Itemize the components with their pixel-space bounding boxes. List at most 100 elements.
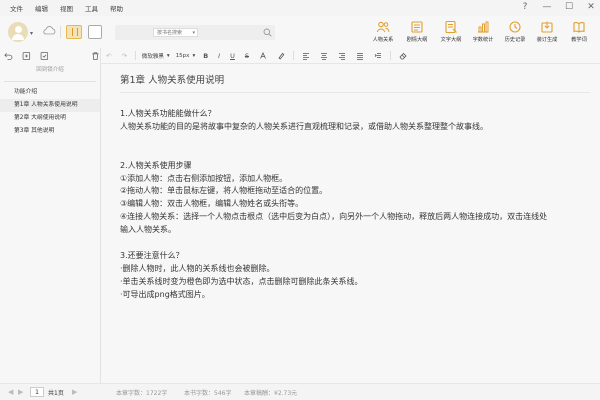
font-size-select[interactable]: 15px ▾ (173, 53, 199, 59)
align-right-icon[interactable] (338, 52, 346, 60)
page-total: 共1页 (48, 390, 64, 397)
undo-icon[interactable]: ↶ (106, 52, 111, 60)
tutorial-label: 教学词 (571, 37, 587, 43)
justify-icon[interactable] (356, 52, 364, 60)
bold-button[interactable]: B (203, 52, 208, 60)
menu-bar: 文件 编辑 视图 工具 帮助 ? — ☐ ✕ (0, 0, 600, 16)
font-size-value: 15px (175, 52, 190, 59)
format-divider (134, 51, 136, 60)
character-relations-button[interactable]: 人物关系 (368, 20, 398, 43)
menu-file[interactable]: 文件 (10, 3, 23, 13)
indent-icon[interactable] (374, 52, 382, 60)
split-layout-button[interactable] (66, 25, 82, 39)
caret-down-icon[interactable]: ▾ (30, 30, 33, 37)
outline-icon (411, 21, 423, 33)
chevron-left-icon[interactable]: ◀ (8, 388, 13, 396)
story-outline-button[interactable]: 剧情大纲 (402, 20, 432, 43)
avatar-head (14, 26, 22, 33)
export-icon (541, 21, 553, 33)
tutorial-button[interactable]: 教学词 (564, 20, 594, 43)
paragraph: ④连接人物关系：选择一个人物点击根点（选中后变为白点），向另外一个人物拖动，释放… (120, 212, 548, 222)
paragraph: 人物关系功能的目的是将故事中复杂的人物关系进行直观梳理和记录，或借助人物关系整理… (120, 121, 488, 131)
menu-tools[interactable]: 工具 (85, 3, 98, 13)
align-center-icon[interactable] (320, 52, 328, 60)
chart-icon (478, 21, 489, 33)
menu-view[interactable]: 视图 (60, 3, 73, 13)
history-button[interactable]: 历史记录 (500, 20, 530, 43)
paragraph: 2.人物关系使用步骤 (120, 160, 192, 170)
search-icon[interactable] (263, 28, 272, 37)
font-family-select[interactable]: 微软雅黑 ▾ (139, 52, 173, 60)
paragraph: ·可导出成png格式图片。 (120, 289, 210, 299)
export-button[interactable]: 装订生成 (532, 20, 562, 43)
word-count-label: 字数统计 (472, 37, 494, 43)
underline-button[interactable]: U (230, 52, 235, 60)
sidebar-item-chapter-3[interactable]: 第3章 其他说明 (0, 125, 100, 138)
paragraph: ·单击关系线时变为橙色即为选中状态，点击删除可删除此条关系线。 (120, 276, 363, 286)
text-outline-button[interactable]: 文字大纲 (436, 20, 466, 43)
page-number-input[interactable]: 1 (30, 387, 44, 397)
paragraph: 输入人物关系。 (120, 225, 176, 235)
maximize-icon[interactable]: ☐ (564, 2, 574, 12)
italic-button[interactable]: I (218, 52, 220, 60)
cloud-icon[interactable] (42, 26, 56, 35)
format-divider (390, 51, 391, 60)
chevron-down-icon: ▾ (166, 52, 170, 59)
chapter-body[interactable]: 1.人物关系功能能做什么？ 人物关系功能的目的是将故事中复杂的人物关系进行直观梳… (120, 108, 590, 302)
search-scope-select[interactable]: 按书名搜索 ▾ (153, 28, 198, 37)
menu-edit[interactable]: 编辑 (35, 3, 48, 13)
format-toolbar: ↶ ↷ 微软雅黑 ▾ 15px ▾ B I U S (101, 48, 600, 64)
word-count-button[interactable]: 字数统计 (468, 20, 498, 43)
single-layout-button[interactable] (88, 25, 102, 39)
story-outline-label: 剧情大纲 (406, 37, 428, 43)
history-icon (509, 21, 521, 33)
sidebar-item-intro[interactable]: 功能介绍 (0, 86, 100, 99)
main-toolbar: ▾ 按书名搜索 ▾ 人物关系 剧情大纲 文字大纲 字数统计 历史记录 装订生成 … (0, 16, 600, 48)
text-outline-label: 文字大纲 (440, 37, 462, 43)
export-label: 装订生成 (536, 37, 558, 43)
chevron-right-icon[interactable]: ▶ (72, 388, 77, 396)
chapter-title[interactable]: 第1章 人物关系使用说明 (120, 72, 224, 86)
chapter-royalty: 本章稿酬：¥2.73元 (244, 390, 298, 397)
book-word-count: 本书字数：546字 (184, 390, 232, 397)
chevron-right-icon[interactable]: ▶ (18, 388, 23, 396)
add-chapter-icon[interactable] (22, 51, 31, 61)
font-color-icon[interactable] (259, 51, 267, 60)
trash-icon[interactable] (91, 51, 100, 61)
paragraph: ①添加人物：点击右侧添加按钮，添加人物框。 (120, 173, 288, 183)
sidebar-item-chapter-1[interactable]: 第1章 人物关系使用说明 (0, 99, 100, 112)
back-icon[interactable] (4, 51, 13, 61)
align-left-icon[interactable] (302, 52, 310, 60)
title-divider (120, 92, 590, 93)
document-editor[interactable]: 第1章 人物关系使用说明 1.人物关系功能能做什么？ 人物关系功能的目的是将故事… (101, 64, 600, 383)
search-input[interactable]: 按书名搜索 ▾ (115, 25, 275, 40)
chevron-down-icon: ▾ (192, 52, 196, 59)
menu-help[interactable]: 帮助 (110, 3, 123, 13)
highlight-icon[interactable] (277, 52, 285, 60)
redo-icon[interactable]: ↷ (121, 52, 126, 60)
chevron-down-icon: ▾ (192, 30, 195, 36)
paragraph: ③编辑人物：双击人物框，编辑人物姓名或头衔等。 (120, 199, 304, 209)
text-outline-icon (445, 20, 457, 34)
eraser-icon[interactable] (399, 52, 407, 60)
minimize-icon[interactable]: — (542, 2, 552, 12)
book-icon (573, 22, 585, 33)
avatar-body (12, 34, 24, 40)
avatar[interactable] (8, 22, 28, 42)
paragraph: 1.人物关系功能能做什么？ (120, 109, 216, 118)
sidebar-item-chapter-2[interactable]: 第2章 大纲使用说明 (0, 112, 100, 125)
character-relations-label: 人物关系 (372, 37, 394, 43)
strikethrough-button[interactable]: S (245, 52, 249, 60)
window-controls: ? — ☐ ✕ (520, 2, 596, 12)
sidebar-divider (4, 81, 96, 82)
close-icon[interactable]: ✕ (586, 2, 596, 12)
help-icon[interactable]: ? (520, 2, 530, 12)
history-label: 历史记录 (504, 37, 526, 43)
status-bar: ◀ ▶ 1 共1页 ▶ 本章字数：1722字 本书字数：546字 本章稿酬：¥2… (0, 383, 600, 400)
search-scope-label: 按书名搜索 (157, 30, 183, 36)
sidebar-toolbar (0, 48, 100, 64)
new-volume-icon[interactable] (40, 51, 49, 61)
